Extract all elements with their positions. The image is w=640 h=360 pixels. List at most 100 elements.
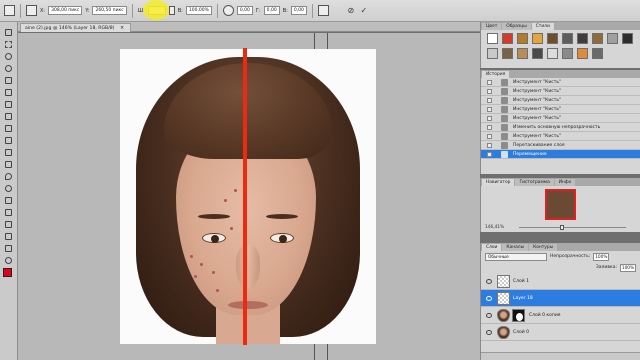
marquee-tool-icon[interactable]: [3, 40, 14, 49]
history-source-checkbox[interactable]: [487, 89, 492, 94]
reference-point-icon[interactable]: [26, 5, 37, 16]
style-swatch[interactable]: [607, 33, 618, 44]
fill-field[interactable]: 100%: [620, 263, 636, 272]
path-select-tool-icon[interactable]: [3, 220, 14, 229]
style-swatch[interactable]: [517, 48, 528, 59]
gradient-tool-icon[interactable]: [3, 160, 14, 169]
style-swatch[interactable]: [532, 48, 543, 59]
dodge-tool-icon[interactable]: [3, 184, 14, 193]
tab-swatches[interactable]: Образцы: [502, 23, 531, 30]
style-swatch[interactable]: [502, 33, 513, 44]
history-brush-tool-icon[interactable]: [3, 136, 14, 145]
style-swatch[interactable]: [487, 33, 498, 44]
x-position-field[interactable]: 308,00 пикс: [48, 6, 83, 15]
history-item[interactable]: Инструмент "Кисть": [481, 78, 640, 87]
layer-mask-thumbnail[interactable]: [512, 309, 525, 322]
history-source-checkbox[interactable]: [487, 98, 492, 103]
history-item[interactable]: Инструмент "Кисть": [481, 87, 640, 96]
history-item[interactable]: Инструмент "Кисть": [481, 132, 640, 141]
move-tool-icon[interactable]: [3, 28, 14, 37]
blur-tool-icon[interactable]: [3, 172, 14, 181]
history-source-checkbox[interactable]: [487, 134, 492, 139]
history-source-checkbox[interactable]: [487, 116, 492, 121]
style-swatch[interactable]: [577, 33, 588, 44]
history-source-checkbox[interactable]: [487, 143, 492, 148]
tab-histogram[interactable]: Гистограмма: [515, 179, 554, 186]
y-position-field[interactable]: 260,50 пикс: [92, 6, 127, 15]
foreground-color-swatch[interactable]: [3, 268, 12, 277]
layer-thumbnail[interactable]: [497, 275, 510, 288]
healing-brush-tool-icon[interactable]: [3, 100, 14, 109]
tool-preset-icon[interactable]: [4, 5, 15, 16]
eyedropper-tool-icon[interactable]: [3, 88, 14, 97]
layer-thumbnail[interactable]: [497, 292, 510, 305]
crop-tool-icon[interactable]: [3, 76, 14, 85]
tab-paths[interactable]: Контуры: [529, 244, 558, 251]
history-source-checkbox[interactable]: [487, 125, 492, 130]
style-swatch[interactable]: [622, 33, 633, 44]
history-item-selected[interactable]: Перемещение: [481, 150, 640, 159]
pen-tool-icon[interactable]: [3, 196, 14, 205]
close-icon[interactable]: ×: [120, 25, 124, 31]
style-swatch[interactable]: [532, 33, 543, 44]
style-swatch[interactable]: [547, 48, 558, 59]
history-source-checkbox[interactable]: [487, 80, 492, 85]
layer-row-selected[interactable]: Layer 18: [481, 290, 640, 307]
style-swatch[interactable]: [487, 48, 498, 59]
history-source-checkbox[interactable]: [487, 152, 492, 157]
quick-select-tool-icon[interactable]: [3, 64, 14, 73]
tab-navigator[interactable]: Навигатор: [482, 179, 515, 186]
layer-thumbnail[interactable]: [497, 309, 510, 322]
navigator-preview[interactable]: [545, 189, 576, 220]
layer-row[interactable]: Слой 1: [481, 273, 640, 290]
hskew-field[interactable]: 0,00: [263, 6, 280, 15]
canvas-area[interactable]: [18, 33, 480, 360]
style-swatch[interactable]: [562, 48, 573, 59]
link-icon[interactable]: [168, 6, 175, 15]
height-field[interactable]: 100,00%: [185, 6, 212, 15]
type-tool-icon[interactable]: [3, 208, 14, 217]
style-swatch[interactable]: [577, 48, 588, 59]
zoom-tool-icon[interactable]: [3, 256, 14, 265]
style-swatch[interactable]: [502, 48, 513, 59]
angle-field[interactable]: 0,00: [236, 6, 253, 15]
history-item[interactable]: Перетаскивание слоя: [481, 141, 640, 150]
style-swatch[interactable]: [517, 33, 528, 44]
document-tab[interactable]: aine (2).jpg @ 146% (Layer 18, RGB/8) ×: [20, 23, 132, 32]
layer-row[interactable]: Слой 0: [481, 324, 640, 341]
vskew-field[interactable]: 0,00: [290, 6, 307, 15]
cancel-icon[interactable]: ⊘: [346, 6, 356, 16]
brush-tool-icon[interactable]: [3, 112, 14, 121]
history-item[interactable]: Инструмент "Кисть": [481, 96, 640, 105]
lasso-tool-icon[interactable]: [3, 52, 14, 61]
tab-color[interactable]: Цвет: [482, 23, 502, 30]
eye-icon[interactable]: [486, 313, 492, 318]
style-swatch[interactable]: [562, 33, 573, 44]
portrait-photo[interactable]: [120, 49, 376, 344]
navigator-zoom[interactable]: 146,41%: [485, 225, 504, 230]
history-item[interactable]: Изменить основную непрозрачность: [481, 123, 640, 132]
layer-row[interactable]: Слой 0 копия: [481, 307, 640, 324]
tab-info[interactable]: Инфо: [554, 179, 576, 186]
style-swatch[interactable]: [547, 33, 558, 44]
blend-mode-select[interactable]: Обычные: [485, 252, 547, 261]
history-source-checkbox[interactable]: [487, 107, 492, 112]
zoom-slider[interactable]: [519, 225, 626, 230]
eye-icon[interactable]: [486, 296, 492, 301]
history-item[interactable]: Инструмент "Кисть": [481, 105, 640, 114]
tab-styles[interactable]: Стили: [531, 23, 554, 30]
eye-icon[interactable]: [486, 279, 492, 284]
zoom-slider-knob[interactable]: [559, 225, 564, 230]
tab-history[interactable]: История: [482, 71, 510, 78]
eye-icon[interactable]: [486, 330, 492, 335]
style-swatch[interactable]: [592, 48, 603, 59]
warp-mode-icon[interactable]: [317, 5, 329, 16]
eraser-tool-icon[interactable]: [3, 148, 14, 157]
clone-stamp-tool-icon[interactable]: [3, 124, 14, 133]
style-swatch[interactable]: [592, 33, 603, 44]
tab-channels[interactable]: Каналы: [502, 244, 529, 251]
shape-tool-icon[interactable]: [3, 232, 14, 241]
tab-layers[interactable]: Слои: [482, 244, 502, 251]
history-item[interactable]: Инструмент "Кисть": [481, 114, 640, 123]
hand-tool-icon[interactable]: [3, 244, 14, 253]
